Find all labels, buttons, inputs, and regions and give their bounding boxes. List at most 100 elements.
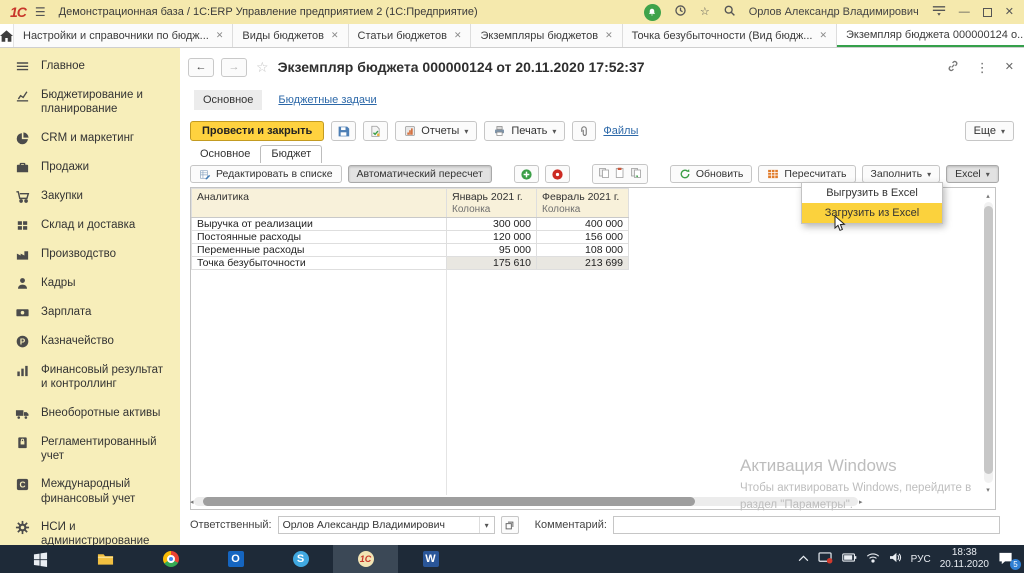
save-button[interactable] [331,121,356,141]
combo-dropdown-icon[interactable] [479,517,494,533]
sidebar-item-sales[interactable]: Продажи [0,153,180,182]
tab-budget-instances[interactable]: Экземпляры бюджетов [471,24,622,47]
table-row-total[interactable]: Точка безубыточности 175 610 213 699 [192,257,629,270]
copy-rows-icon[interactable] [630,167,642,182]
1c-app-icon[interactable]: 1С [333,545,398,573]
tab-budget-kinds[interactable]: Виды бюджетов [233,24,348,47]
sidebar-item-main[interactable]: Главное [0,52,180,81]
sidebar-item-budgeting[interactable]: Бюджетирование и планирование [0,81,180,124]
scroll-up-icon[interactable] [984,190,992,201]
word-icon[interactable]: W [398,545,463,573]
col-header-february[interactable]: Февраль 2021 г.Колонка [537,189,629,218]
form-tab-budget[interactable]: Бюджет [260,145,322,163]
volume-icon[interactable] [889,552,902,566]
recalculate-button[interactable]: Пересчитать [758,165,855,183]
print-button[interactable]: Печать [484,121,565,141]
post-document-button[interactable] [363,121,388,141]
sidebar-item-salary[interactable]: Зарплата [0,298,180,327]
table-row[interactable]: Выручка от реализации 300 000 400 000 [192,218,629,231]
tab-budget-settings[interactable]: Настройки и справочники по бюдж... [14,24,233,47]
current-user[interactable]: Орлов Александр Владимирович [749,6,919,18]
paste-icon[interactable] [614,167,626,182]
post-and-close-button[interactable]: Провести и закрыть [190,121,324,141]
form-tab-main[interactable]: Основное [190,146,260,163]
battery-icon[interactable] [842,553,857,565]
edit-in-list-button[interactable]: Редактировать в списке [190,165,342,183]
action-center-icon[interactable]: 5 [998,551,1016,567]
reports-button[interactable]: Отчеты [395,121,477,141]
menu-item-import-excel[interactable]: Загрузить из Excel [802,203,942,223]
fill-button[interactable]: Заполнить [862,165,941,183]
main-menu-icon[interactable] [35,6,46,18]
history-icon[interactable] [674,4,687,20]
scroll-left-icon[interactable] [190,496,194,507]
sidebar-item-hr[interactable]: Кадры [0,269,180,298]
vertical-scroll-thumb[interactable] [984,206,993,474]
col-header-january[interactable]: Январь 2021 г.Колонка [447,189,537,218]
sidebar-item-production[interactable]: Производство [0,240,180,269]
outlook-icon[interactable]: O [203,545,268,573]
tab-close-icon[interactable] [819,31,827,40]
screen-record-icon[interactable] [818,552,833,567]
table-row[interactable]: Постоянные расходы 120 000 156 000 [192,231,629,244]
tab-breakeven[interactable]: Точка безубыточности (Вид бюдж... [623,24,837,47]
col-header-analytics[interactable]: Аналитика [192,189,447,218]
sidebar-item-crm[interactable]: CRM и маркетинг [0,124,180,153]
language-indicator[interactable]: РУС [911,554,931,565]
search-icon[interactable] [723,4,736,20]
sidebar-item-admin[interactable]: НСИ и администрирование [0,513,180,545]
tab-budget-instance-active[interactable]: Экземпляр бюджета 000000124 о... [837,24,1024,47]
get-link-icon[interactable] [946,59,960,76]
back-button[interactable] [188,58,214,77]
minimize-button[interactable] [959,7,970,18]
tray-expand-icon[interactable] [798,553,809,565]
more-button[interactable]: Еще [965,121,1014,141]
wifi-icon[interactable] [866,552,880,566]
menu-item-export-excel[interactable]: Выгрузить в Excel [802,183,942,203]
chrome-icon[interactable] [138,545,203,573]
refresh-button[interactable]: Обновить [670,165,753,183]
sidebar-item-regulated[interactable]: Регламентированный учет [0,428,180,471]
tab-close-icon[interactable] [216,31,224,40]
clock[interactable]: 18:38 20.11.2020 [940,547,989,572]
sidebar-item-ifrs[interactable]: C Международный финансовый учет [0,470,180,513]
maximize-button[interactable] [983,8,992,17]
files-link[interactable]: Файлы [603,125,638,137]
sidebar-item-assets[interactable]: Внеоборотные активы [0,399,180,428]
home-tab[interactable] [0,24,14,47]
close-form-button[interactable] [1005,62,1014,73]
tab-close-icon[interactable] [454,31,462,40]
add-row-button[interactable] [514,165,539,183]
open-responsible-icon[interactable] [501,516,519,534]
sidebar-item-purchases[interactable]: Закупки [0,182,180,211]
copy-icon[interactable] [598,167,610,182]
attachments-button[interactable] [572,121,596,141]
vertical-scrollbar[interactable] [984,192,993,493]
auto-recalc-toggle[interactable]: Автоматический пересчет [348,165,492,183]
scroll-down-icon[interactable] [984,484,992,495]
sidebar-item-treasury[interactable]: P Казначейство [0,327,180,356]
responsible-input[interactable] [279,517,479,533]
start-button[interactable] [8,545,73,573]
notifications-bell-icon[interactable] [644,4,661,21]
nav-budget-tasks-link[interactable]: Бюджетные задачи [278,94,376,106]
tab-close-icon[interactable] [605,31,613,40]
tab-close-icon[interactable] [331,31,339,40]
favorites-icon[interactable] [700,7,710,18]
sidebar-item-warehouse[interactable]: Склад и доставка [0,211,180,240]
comment-input[interactable] [613,516,1000,534]
horizontal-scrollbar[interactable] [194,497,858,506]
excel-button[interactable]: Excel [946,165,999,183]
skype-icon[interactable]: S [268,545,333,573]
table-row[interactable]: Переменные расходы 95 000 108 000 [192,244,629,257]
add-favorite-star-icon[interactable] [256,60,269,74]
sidebar-item-finresult[interactable]: Финансовый результат и контроллинг [0,356,180,399]
more-menu-icon[interactable] [976,61,989,74]
forward-button[interactable] [221,58,247,77]
file-explorer-icon[interactable] [73,545,138,573]
close-window-button[interactable] [1005,7,1014,18]
horizontal-scroll-thumb[interactable] [203,497,695,506]
service-menu-icon[interactable] [932,5,946,19]
scroll-right-icon[interactable] [859,496,863,507]
nav-main-link[interactable]: Основное [194,90,262,110]
